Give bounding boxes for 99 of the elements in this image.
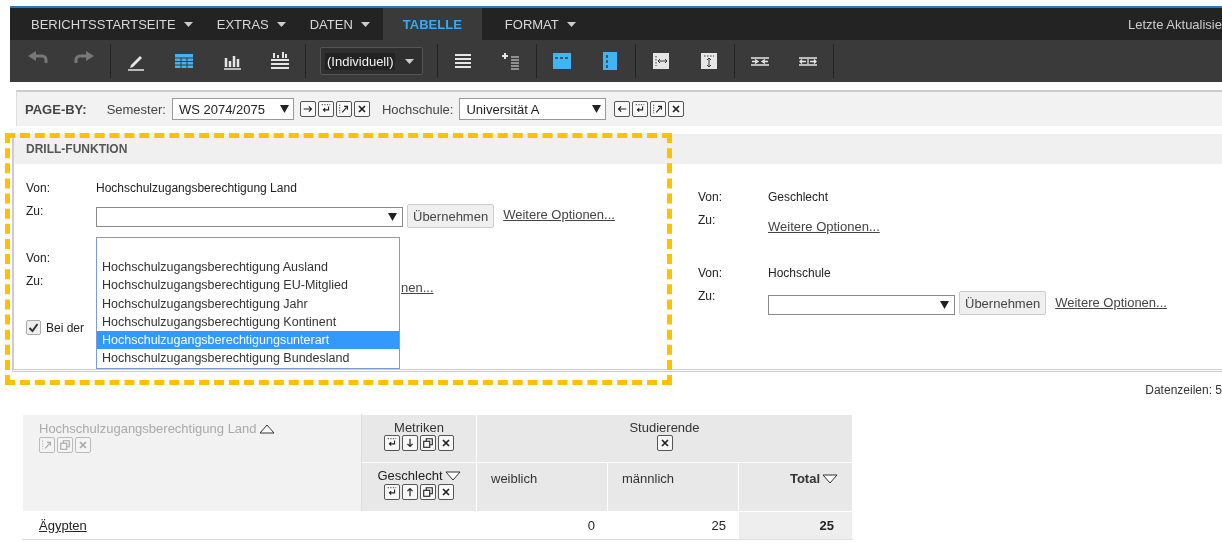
caret-icon xyxy=(388,213,397,221)
arrow-up-icon xyxy=(404,486,416,498)
arrow-down-icon xyxy=(404,437,416,449)
close-button[interactable] xyxy=(438,435,454,451)
column-header: Studierende xyxy=(628,420,701,435)
pivot-icon xyxy=(319,103,332,115)
caret-icon xyxy=(405,58,415,64)
drill-up-icon xyxy=(41,439,53,451)
close-button[interactable] xyxy=(438,484,454,500)
caret-icon xyxy=(279,105,289,113)
zu-label: Zu: xyxy=(26,274,45,288)
dropdown-option[interactable]: Hochschulzugangsberechtigung Bundesland xyxy=(97,349,399,368)
row-count-text: Datenzeilen: 5 xyxy=(1145,383,1222,397)
menu-tab[interactable]: FORMAT xyxy=(493,8,587,40)
von-label: Von: xyxy=(698,190,724,204)
close-icon xyxy=(355,103,368,115)
zu-label: Zu: xyxy=(698,213,717,227)
pivot-icon xyxy=(386,486,398,498)
target-dropdown[interactable] xyxy=(768,295,955,315)
apply-button[interactable]: Übernehmen xyxy=(407,204,495,228)
close-icon xyxy=(658,437,671,449)
menu-tab[interactable]: EXTRAS xyxy=(205,8,297,40)
caret-icon xyxy=(592,105,602,113)
von-label: Von: xyxy=(26,251,52,265)
sort-up-icon[interactable] xyxy=(258,422,275,435)
von-value: Geschlecht xyxy=(768,190,829,204)
target-dropdown[interactable] xyxy=(96,207,403,227)
caret-icon xyxy=(276,21,286,27)
menu-tab[interactable]: TABELLE xyxy=(382,8,482,40)
drill-up-icon xyxy=(337,103,350,115)
last-update-text: Letzte Aktualisie xyxy=(1128,16,1222,32)
close-button[interactable] xyxy=(668,101,685,117)
popout-button[interactable] xyxy=(420,484,436,500)
chart-grid-icon[interactable] xyxy=(269,50,291,72)
column-header: männlich xyxy=(622,471,675,486)
dropdown-option[interactable]: Hochschulzugangsberechtigung Jahr xyxy=(97,294,399,313)
arrow-up-button[interactable] xyxy=(402,484,418,500)
drill-up-button[interactable] xyxy=(650,101,667,117)
close-icon xyxy=(670,103,683,115)
popout-icon xyxy=(59,439,71,451)
sort-down-icon[interactable] xyxy=(822,472,838,485)
close-icon xyxy=(440,486,452,498)
apply-button[interactable]: Übernehmen xyxy=(959,291,1047,315)
popout-icon xyxy=(422,486,434,498)
row-header-link[interactable]: Ägypten xyxy=(39,518,87,533)
column-header: Total xyxy=(789,471,820,486)
column-header-icon[interactable] xyxy=(551,50,574,72)
pivot-button[interactable] xyxy=(632,101,649,117)
menu-tab[interactable]: DATEN xyxy=(298,8,381,40)
more-options-link[interactable]: Weitere Optionen... xyxy=(768,219,880,234)
arrow-down-button[interactable] xyxy=(402,435,418,451)
close-icon xyxy=(440,437,452,449)
more-options-link[interactable]: nen... xyxy=(401,280,434,295)
filter-dropdown[interactable]: WS 2074/2075 xyxy=(171,98,294,120)
von-value: Hochschulzugangsberechtigung Land xyxy=(96,181,297,195)
popout-icon xyxy=(422,437,434,449)
column-header: weiblich xyxy=(491,471,538,486)
dropdown-option[interactable]: Hochschulzugangsberechtigung Ausland xyxy=(97,258,399,277)
menu-tab[interactable]: BERICHTSSTARTSEITE xyxy=(20,8,204,40)
checkbox[interactable] xyxy=(26,320,41,335)
caret-icon xyxy=(360,21,370,27)
von-label: Von: xyxy=(698,266,724,280)
attribute-header: Geschlecht xyxy=(377,468,443,483)
filter-dropdown[interactable]: Universität A xyxy=(459,98,607,120)
pivot-button[interactable] xyxy=(317,101,334,117)
row-header-title: Hochschulzugangsberechtigung Land xyxy=(39,421,257,436)
arrow-left-button[interactable] xyxy=(614,101,631,117)
von-label: Von: xyxy=(26,181,52,195)
arrow-right-icon xyxy=(301,103,314,115)
table-cell: 25 xyxy=(738,511,853,540)
caret-icon xyxy=(566,21,576,27)
pivot-icon xyxy=(386,437,398,449)
checkbox-label: Bei der xyxy=(46,320,85,335)
caret-icon xyxy=(940,301,949,309)
close-button[interactable] xyxy=(353,101,370,117)
drill-up-icon xyxy=(652,103,665,115)
filter-label: Hochschule: xyxy=(381,101,454,117)
close-icon xyxy=(77,439,89,451)
zu-label: Zu: xyxy=(26,204,45,218)
zu-label: Zu: xyxy=(698,289,717,303)
caret-icon xyxy=(183,21,193,27)
arrow-left-icon xyxy=(616,103,629,115)
view-dropdown[interactable]: (Individuell) xyxy=(320,47,424,75)
more-options-link[interactable]: Weitere Optionen... xyxy=(1055,295,1167,310)
pivot-button[interactable] xyxy=(384,484,400,500)
metrics-header: Metriken xyxy=(393,420,445,435)
dropdown-option[interactable]: Hochschulzugangsberechtigung EU-Mitglied xyxy=(97,276,399,295)
drill-up-button[interactable] xyxy=(335,101,352,117)
arrow-right-button[interactable] xyxy=(299,101,316,117)
close-button[interactable] xyxy=(656,435,673,451)
von-value: Hochschule xyxy=(768,266,831,280)
section-title: DRILL-FUNKTION xyxy=(14,134,1222,164)
page-by-label: PAGE-BY: xyxy=(25,101,87,117)
dropdown-option[interactable]: Hochschulzugangsberechtigung Kontinent xyxy=(97,312,399,332)
more-options-link[interactable]: Weitere Optionen... xyxy=(503,207,615,222)
pivot-button[interactable] xyxy=(384,435,400,451)
sort-down-icon[interactable] xyxy=(444,469,461,482)
filter-label: Semester: xyxy=(106,101,166,117)
popout-button[interactable] xyxy=(420,435,436,451)
